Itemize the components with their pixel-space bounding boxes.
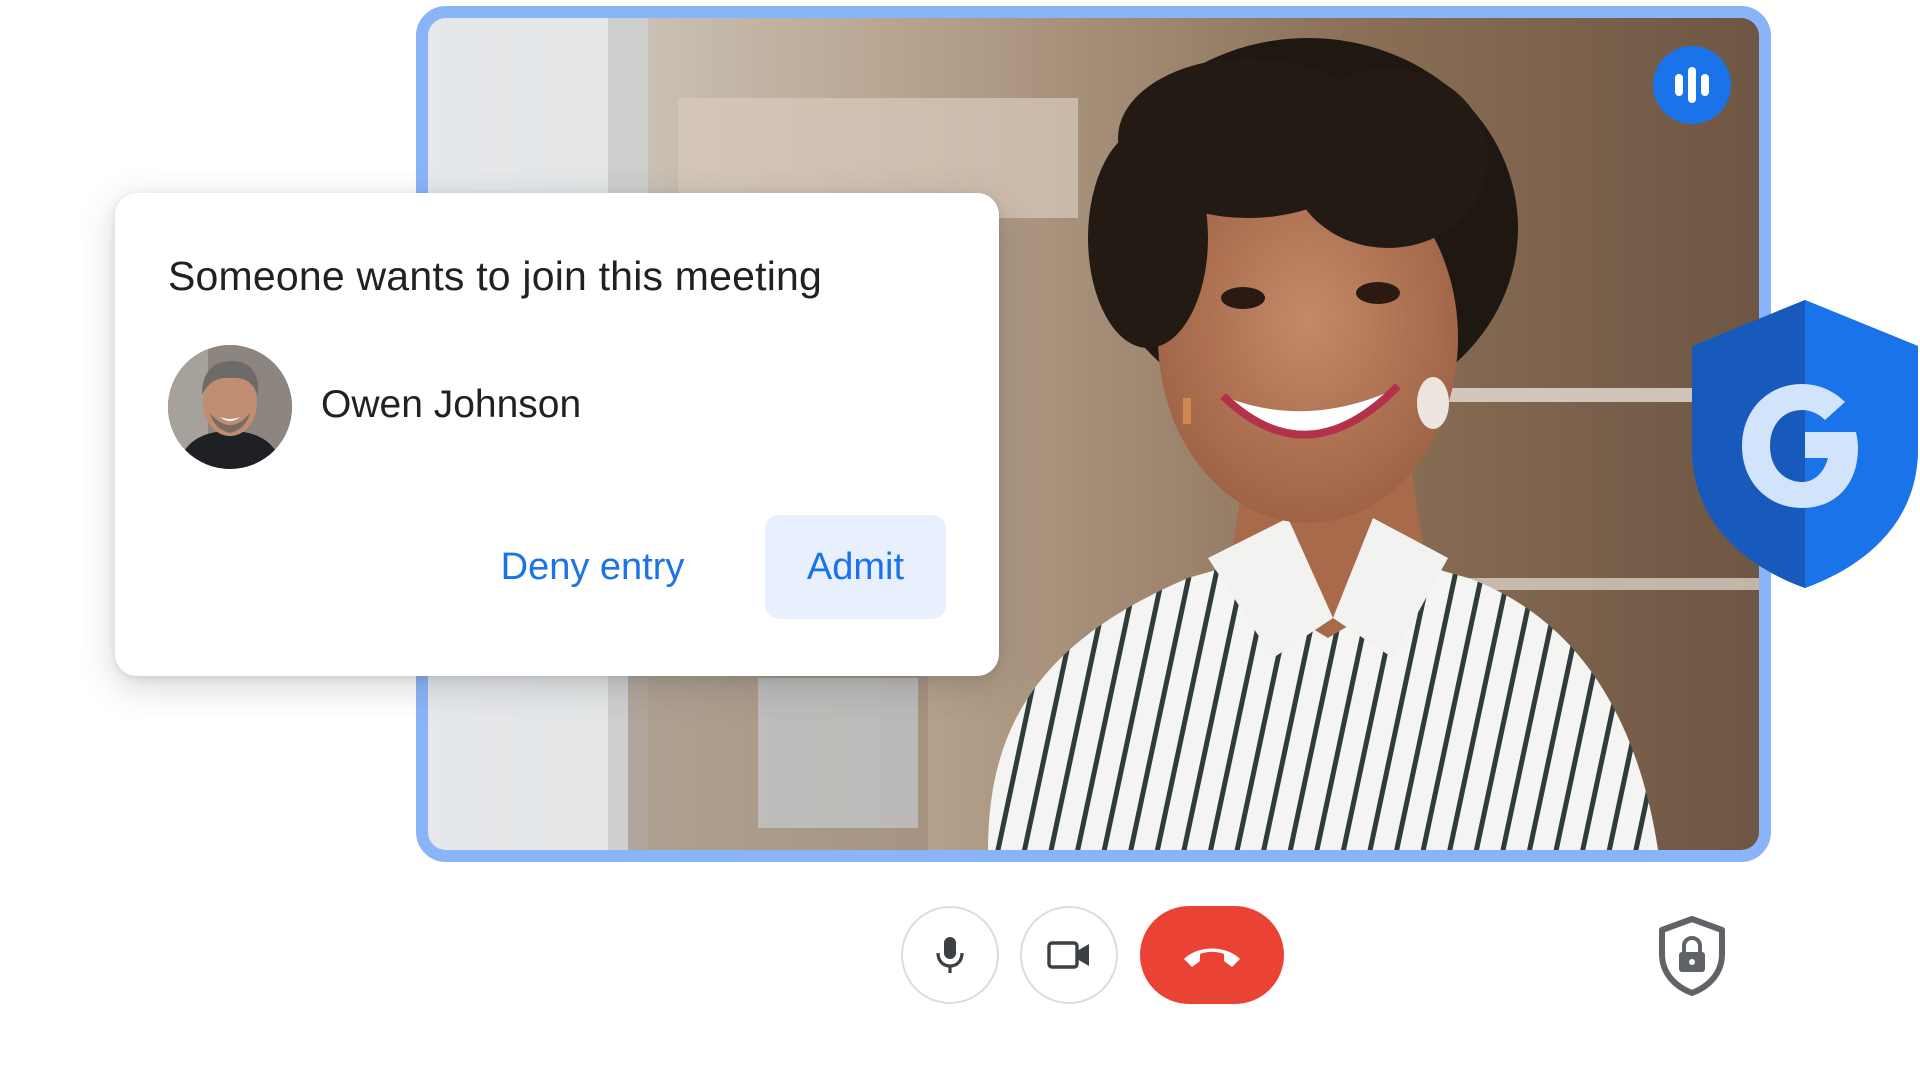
meeting-stage: Someone wants to join this meeting Owen … <box>0 0 1920 1080</box>
lock-shield-icon[interactable] <box>1658 916 1726 996</box>
avatar <box>168 345 292 469</box>
camera-button[interactable] <box>1020 906 1118 1004</box>
leave-call-button[interactable] <box>1140 906 1284 1004</box>
requester-name: Owen Johnson <box>321 383 582 426</box>
microphone-button[interactable] <box>901 906 999 1004</box>
video-camera-icon <box>1047 941 1089 969</box>
join-request-dialog: Someone wants to join this meeting Owen … <box>115 193 999 676</box>
microphone-icon <box>936 937 964 973</box>
dialog-title: Someone wants to join this meeting <box>168 253 823 299</box>
admit-button[interactable]: Admit <box>765 515 946 619</box>
deny-entry-button[interactable]: Deny entry <box>475 515 710 619</box>
hang-up-phone-icon <box>1184 948 1240 967</box>
google-shield-icon <box>1692 300 1918 588</box>
audio-bars-icon <box>1653 46 1731 124</box>
